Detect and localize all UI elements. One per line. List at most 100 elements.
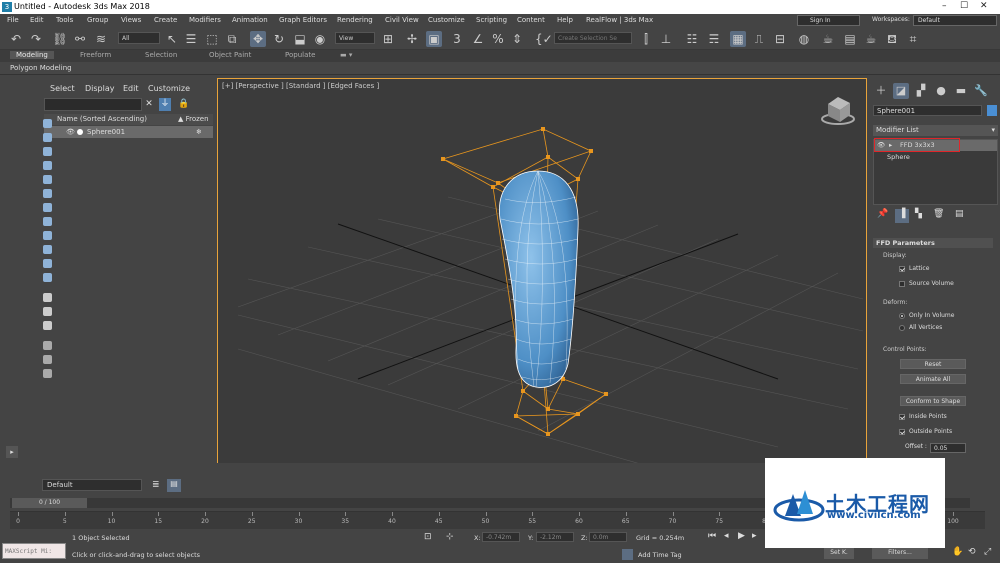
schematic-view-icon[interactable]: ⊟ bbox=[772, 31, 788, 47]
maximize-icon[interactable]: ☐ bbox=[960, 1, 968, 11]
modifier-list-dropdown[interactable]: Modifier List ▾ bbox=[873, 125, 998, 136]
unlink-icon[interactable]: ⚯ bbox=[72, 31, 88, 47]
transform-mode-icon[interactable]: ⊹ bbox=[446, 532, 454, 542]
make-unique-icon[interactable]: ▚ bbox=[915, 209, 922, 219]
filter-funnel-icon[interactable] bbox=[43, 355, 52, 364]
outside-points-checkbox[interactable]: Outside Points bbox=[899, 428, 952, 435]
all-vertices-radio[interactable]: All Vertices bbox=[899, 324, 942, 331]
menu-content[interactable]: Content bbox=[517, 16, 545, 24]
align-icon[interactable]: ⊥ bbox=[658, 31, 674, 47]
display-bones-icon[interactable] bbox=[43, 231, 52, 240]
render-iterative-icon[interactable]: ⛾ bbox=[884, 31, 900, 47]
scene-search-input[interactable] bbox=[44, 98, 142, 111]
material-editor-icon[interactable]: ◍ bbox=[796, 31, 812, 47]
set-key-filters-button[interactable]: Set K. bbox=[824, 547, 854, 559]
isolate-selection-icon[interactable]: ⊡ bbox=[424, 532, 432, 542]
container-icon[interactable] bbox=[43, 369, 52, 378]
utilities-tab-icon[interactable]: 🔧 bbox=[973, 83, 989, 99]
rendered-frame-window-icon[interactable]: ▤ bbox=[842, 31, 858, 47]
time-tag-icon[interactable] bbox=[622, 549, 633, 560]
display-cameras-icon[interactable] bbox=[43, 161, 52, 170]
show-end-result-icon[interactable]: ▐ bbox=[895, 209, 909, 223]
reset-button[interactable]: Reset bbox=[900, 359, 966, 369]
time-slider-thumb[interactable]: 0 / 100 bbox=[12, 498, 87, 508]
pivot-center-icon[interactable]: ⊞ bbox=[380, 31, 396, 47]
rollout-title[interactable]: FFD Parameters bbox=[873, 238, 993, 248]
menu-animation[interactable]: Animation bbox=[232, 16, 268, 24]
menu-views[interactable]: Views bbox=[121, 16, 141, 24]
hierarchy-tab-icon[interactable]: ▞ bbox=[913, 83, 929, 99]
z-coordinate-field[interactable]: 0.0m bbox=[589, 532, 627, 542]
rect-selection-icon[interactable]: ⬚ bbox=[204, 31, 220, 47]
play-icon[interactable]: ▶ bbox=[738, 531, 745, 541]
frozen-icon[interactable]: ❄ bbox=[196, 126, 202, 138]
menu-scripting[interactable]: Scripting bbox=[476, 16, 507, 24]
tab-selection[interactable]: Selection bbox=[145, 51, 177, 59]
display-hidden-icon[interactable] bbox=[43, 273, 52, 282]
display-containers-icon[interactable] bbox=[43, 245, 52, 254]
display-invert-icon[interactable] bbox=[43, 321, 52, 330]
menu-create[interactable]: Create bbox=[154, 16, 177, 24]
source-volume-checkbox[interactable]: Source Volume bbox=[899, 280, 954, 287]
menu-rendering[interactable]: Rendering bbox=[337, 16, 373, 24]
display-shapes-icon[interactable] bbox=[43, 133, 52, 142]
motion-tab-icon[interactable]: ● bbox=[933, 83, 949, 99]
snaps-toggle-icon[interactable]: 3 bbox=[449, 31, 465, 47]
mirror-icon[interactable]: ⫿ bbox=[638, 31, 654, 47]
object-color-swatch[interactable] bbox=[987, 105, 997, 116]
display-groups-icon[interactable] bbox=[43, 203, 52, 212]
conform-to-shape-button[interactable]: Conform to Shape bbox=[900, 396, 966, 406]
menu-graph-editors[interactable]: Graph Editors bbox=[279, 16, 327, 24]
clear-search-icon[interactable]: ✕ bbox=[143, 98, 155, 111]
remove-modifier-icon[interactable]: 🗑 bbox=[933, 209, 944, 219]
maximize-viewport-icon[interactable]: ⤢ bbox=[984, 547, 991, 557]
create-tab-icon[interactable]: ＋ bbox=[873, 83, 889, 99]
modify-tab-icon[interactable]: ◪ bbox=[893, 83, 909, 99]
close-icon[interactable]: ✕ bbox=[980, 1, 988, 11]
spinner-snap-icon[interactable]: ⇕ bbox=[509, 31, 525, 47]
menu-tools[interactable]: Tools bbox=[56, 16, 73, 24]
render-production-icon[interactable]: ☕ bbox=[863, 31, 879, 47]
selection-filter-dropdown[interactable]: All bbox=[118, 32, 160, 44]
display-frozen-icon[interactable] bbox=[43, 259, 52, 268]
modifier-sphere[interactable]: Sphere bbox=[874, 152, 997, 163]
minimize-icon[interactable]: – bbox=[942, 1, 947, 11]
only-in-volume-radio[interactable]: Only In Volume bbox=[899, 312, 954, 319]
menu-modifiers[interactable]: Modifiers bbox=[189, 16, 221, 24]
select-by-name-icon[interactable]: ☰ bbox=[183, 31, 199, 47]
render-in-cloud-icon[interactable]: ⌗ bbox=[905, 31, 921, 47]
se-tab-select[interactable]: Select bbox=[50, 84, 75, 93]
maxscript-listener[interactable]: MAXScript Mi: bbox=[2, 543, 66, 559]
scene-explorer-toggle-icon[interactable]: ▤ bbox=[167, 479, 181, 492]
filters-button[interactable]: Filters... bbox=[872, 547, 928, 559]
tab-populate[interactable]: Populate bbox=[285, 51, 315, 59]
select-place-icon[interactable]: ◉ bbox=[312, 31, 328, 47]
select-scale-icon[interactable]: ⬓ bbox=[292, 31, 308, 47]
animate-all-button[interactable]: Animate All bbox=[900, 374, 966, 384]
object-name-field[interactable]: Sphere001 bbox=[873, 105, 982, 116]
menu-edit[interactable]: Edit bbox=[30, 16, 44, 24]
lock-icon[interactable]: 🔒 bbox=[178, 98, 190, 111]
hierarchy-icon[interactable] bbox=[43, 341, 52, 350]
select-rotate-icon[interactable]: ↻ bbox=[271, 31, 287, 47]
lattice-checkbox[interactable]: Lattice bbox=[899, 265, 929, 272]
sign-in-dropdown[interactable]: Sign In bbox=[797, 15, 860, 26]
column-frozen[interactable]: ▲ Frozen bbox=[178, 114, 209, 125]
display-xrefs-icon[interactable] bbox=[43, 217, 52, 226]
ref-coord-dropdown[interactable]: View bbox=[335, 32, 375, 44]
workspaces-dropdown[interactable]: Default bbox=[913, 15, 997, 26]
scene-row[interactable]: 👁 Sphere001 ❄ bbox=[44, 126, 213, 138]
toggle-scene-explorer-icon[interactable]: ☷ bbox=[684, 31, 700, 47]
bind-space-warp-icon[interactable]: ≋ bbox=[93, 31, 109, 47]
select-object-icon[interactable]: ↖ bbox=[164, 31, 180, 47]
select-move-icon[interactable]: ✥ bbox=[250, 31, 266, 47]
modifier-ffd-3x3x3[interactable]: 👁 ▸ FFD 3x3x3 bbox=[874, 138, 997, 152]
expand-arrow-icon[interactable]: ▸ bbox=[6, 446, 18, 458]
y-coordinate-field[interactable]: -2.12m bbox=[536, 532, 574, 542]
se-tab-edit[interactable]: Edit bbox=[123, 84, 139, 93]
display-tab-icon[interactable]: ▬ bbox=[953, 83, 969, 99]
display-geometry-icon[interactable] bbox=[43, 119, 52, 128]
offset-spinner[interactable]: 0.05 bbox=[930, 443, 966, 453]
tab-object-paint[interactable]: Object Paint bbox=[209, 51, 251, 59]
configure-sets-icon[interactable]: ▤ bbox=[955, 209, 964, 219]
